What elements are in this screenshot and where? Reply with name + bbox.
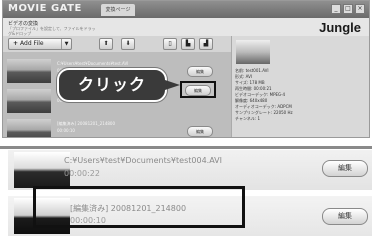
header-area: ビデオの変換 「プロファイル」を設定して、ファイルをドラッグ&ドロップ: [3, 18, 369, 36]
video-thumbnail: [7, 89, 51, 113]
move-up-button[interactable]: ⬆: [99, 38, 113, 50]
list-item[interactable]: C:¥Users¥test¥Documents¥test004.AVI 00:0…: [8, 150, 372, 190]
add-file-button[interactable]: + Add File ▼: [8, 38, 72, 50]
file-path: C:¥Users¥test¥Documents¥test004.AVI: [64, 156, 222, 165]
file-path: [編集済み] 20081201_214800: [70, 204, 187, 213]
section-description: 「プロファイル」を設定して、ファイルをドラッグ&ドロップ: [8, 26, 96, 36]
edit-button[interactable]: 編集: [185, 85, 211, 96]
maximize-button[interactable]: □: [343, 4, 353, 14]
file-properties: 名前: test001.AVI 形式: AVI サイズ: 178 MB 再生時間…: [235, 68, 365, 122]
split-left-icon[interactable]: ▙: [181, 38, 195, 50]
edit-button[interactable]: 編集: [187, 126, 213, 137]
split-right-icon[interactable]: ▟: [199, 38, 213, 50]
property-line: チャンネル: 1: [235, 116, 261, 121]
zoomed-file-list: C:¥Users¥test¥Documents¥test004.AVI 00:0…: [0, 146, 372, 243]
edit-button[interactable]: 編集: [322, 208, 368, 225]
highlight-frame: [編集済み] 20081201_214800 00:00:10: [33, 186, 245, 228]
move-down-button[interactable]: ⬇: [121, 38, 135, 50]
chevron-down-icon[interactable]: ▼: [61, 39, 71, 49]
brand-logo: Jungle: [319, 20, 361, 35]
edit-button[interactable]: 編集: [187, 66, 213, 77]
window-controls: _ □ ×: [331, 4, 365, 14]
trash-icon[interactable]: ▯: [163, 38, 177, 50]
title-bar: MOVIE GATE 変換ページ _ □ ×: [3, 1, 369, 18]
close-button[interactable]: ×: [355, 4, 365, 14]
file-path: [編集済み] 20081201_214800: [57, 121, 116, 126]
file-duration: 00:00:22: [64, 169, 100, 178]
file-duration: 00:00:10: [57, 128, 75, 133]
list-item[interactable]: [編集済み] 20081201_214800 00:00:10 編集: [3, 118, 231, 137]
app-window: MOVIE GATE 変換ページ _ □ × ビデオの変換 「プロファイル」を設…: [2, 0, 370, 138]
toolbar: + Add File ▼ ⬆ ⬇ ▯ ▙ ▟: [3, 36, 231, 52]
video-thumbnail: [7, 59, 51, 83]
file-duration: 00:00:10: [70, 216, 106, 225]
preview-thumbnail: [236, 40, 270, 64]
tab-convert[interactable]: 変換ページ: [101, 4, 135, 16]
callout-pointer: [162, 79, 180, 91]
file-path: C:¥Users¥test¥Documents¥test.AVI: [57, 61, 129, 66]
video-thumbnail: [14, 152, 70, 188]
edit-button[interactable]: 編集: [322, 160, 368, 177]
file-info-panel: 名前: test001.AVI 形式: AVI サイズ: 178 MB 再生時間…: [231, 36, 369, 137]
minimize-button[interactable]: _: [331, 4, 341, 14]
add-file-label: Add File: [20, 40, 44, 47]
divider: [0, 146, 372, 149]
video-thumbnail: [7, 119, 51, 137]
click-callout: クリック: [57, 68, 167, 102]
highlight-frame: 編集: [180, 81, 216, 98]
app-title: MOVIE GATE: [8, 3, 82, 14]
add-icon: +: [13, 40, 19, 47]
